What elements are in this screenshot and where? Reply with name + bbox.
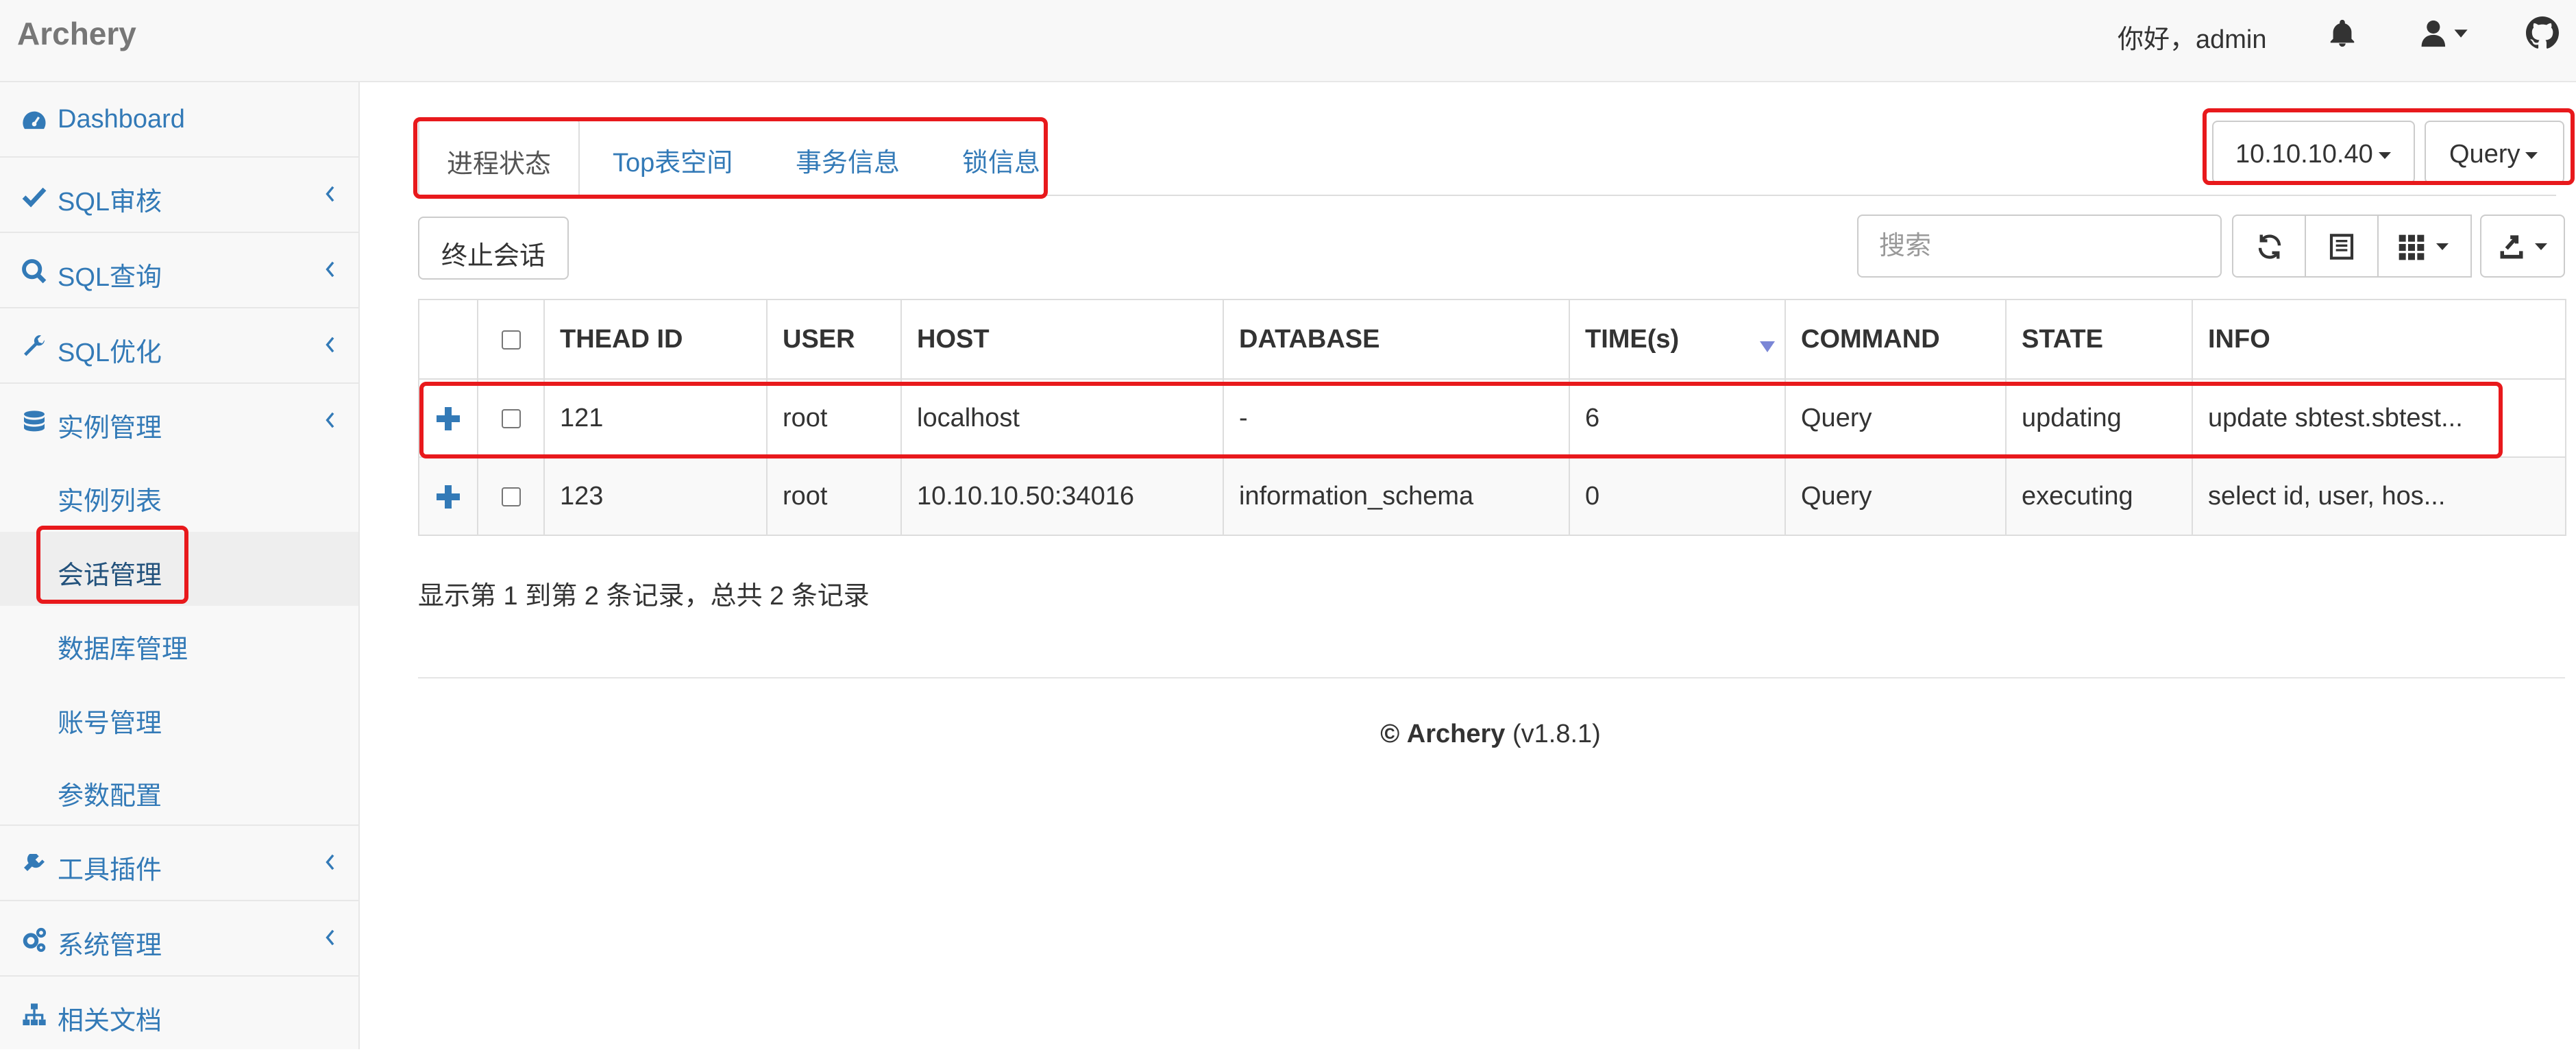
user-greeting: 你好，admin (2118, 25, 2267, 54)
column-header-database[interactable]: DATABASE (1223, 299, 1570, 380)
refresh-button[interactable] (2232, 215, 2306, 278)
sidebar-subitem-label: 实例列表 (58, 487, 162, 516)
sidebar-subitem-database-management[interactable]: 数据库管理 (0, 606, 358, 680)
check-icon (22, 187, 47, 208)
highlight-session-menu (36, 526, 188, 604)
column-header-info[interactable]: INFO (2192, 299, 2566, 380)
expand-header (418, 299, 478, 380)
cell-host: 10.10.10.50:34016 (900, 456, 1224, 536)
cell-user: root (766, 456, 902, 536)
columns-button[interactable] (2377, 215, 2472, 278)
sidebar-item-label: SQL优化 (58, 339, 162, 367)
list-icon (2329, 234, 2354, 260)
table-header-row: THEAD ID USER HOST DATABASE TIME(s) COMM… (418, 299, 2566, 380)
github-icon[interactable] (2526, 16, 2559, 49)
sidebar-item-label: 工具插件 (58, 856, 162, 885)
expand-row-cell[interactable] (418, 456, 478, 536)
sidebar-subitem-label: 数据库管理 (58, 635, 188, 664)
column-header-host[interactable]: HOST (900, 299, 1224, 380)
sort-desc-icon (1760, 341, 1775, 352)
sidebar-item-sql-query[interactable]: SQL查询 (0, 233, 358, 308)
column-header-time-label: TIME(s) (1585, 324, 1680, 354)
sidebar-item-label: Dashboard (58, 105, 185, 134)
cell-database: information_schema (1223, 456, 1570, 536)
refresh-icon (2258, 234, 2281, 259)
sidebar-item-label: SQL查询 (58, 263, 162, 292)
chevron-left-icon (326, 412, 334, 428)
footer-app-name[interactable]: Archery (1407, 720, 1506, 748)
footer: © Archery (v1.8.1) (0, 720, 2576, 749)
sidebar-subitem-instance-list[interactable]: 实例列表 (0, 458, 358, 532)
footer-copyright-symbol: © (1380, 720, 1400, 748)
export-button[interactable] (2480, 215, 2565, 278)
sidebar-item-sql-review[interactable]: SQL审核 (0, 158, 358, 233)
search-icon (22, 259, 47, 284)
search-input[interactable] (1857, 215, 2222, 278)
select-all-header (477, 299, 545, 380)
bell-icon[interactable] (2327, 18, 2358, 49)
grid-icon (2399, 234, 2425, 260)
cell-time: 0 (1569, 456, 1786, 536)
caret-down-icon (2436, 243, 2449, 250)
sidebar-subitem-parameter-config[interactable]: 参数配置 (0, 753, 358, 827)
user-menu-icon[interactable] (2419, 18, 2474, 49)
column-header-command[interactable]: COMMAND (1784, 299, 2007, 380)
plus-icon[interactable] (437, 485, 460, 509)
plug-icon (24, 854, 45, 871)
sidebar-item-label: SQL审核 (58, 188, 162, 217)
chevron-left-icon (326, 854, 334, 870)
top-navbar: Archery 你好，admin (0, 0, 2576, 82)
chevron-left-icon (326, 261, 334, 278)
cell-info: select id, user, hos... (2192, 456, 2566, 536)
dashboard-icon (23, 111, 46, 130)
caret-down-icon (2535, 243, 2547, 250)
sidebar-item-related-docs[interactable]: 相关文档 (0, 977, 358, 1052)
export-icon (2500, 235, 2523, 259)
column-header-state[interactable]: STATE (2005, 299, 2193, 380)
sidebar-item-dashboard[interactable]: Dashboard (0, 82, 358, 158)
cell-thread-id: 123 (543, 456, 768, 536)
column-header-time[interactable]: TIME(s) (1569, 299, 1786, 380)
row-checkbox-cell (477, 456, 545, 536)
chevron-left-icon (326, 929, 334, 946)
cell-state: executing (2005, 456, 2193, 536)
highlight-selects (2203, 108, 2575, 185)
highlight-row (419, 382, 2503, 458)
toggle-view-button[interactable] (2305, 215, 2379, 278)
cogs-icon (23, 927, 47, 952)
sidebar-item-tool-plugins[interactable]: 工具插件 (0, 826, 358, 901)
wrench-icon (24, 335, 45, 356)
column-header-thread-id[interactable]: THEAD ID (543, 299, 768, 380)
sidebar-item-label: 实例管理 (58, 414, 162, 443)
footer-version: (v1.8.1) (1512, 720, 1601, 748)
select-all-checkbox[interactable] (501, 330, 521, 350)
table-row: 123 root 10.10.10.50:34016 information_s… (418, 456, 2566, 536)
footer-divider (418, 677, 2565, 678)
chevron-left-icon (326, 186, 334, 202)
sidebar-item-label: 相关文档 (58, 1007, 162, 1036)
pagination-info: 显示第 1 到第 2 条记录，总共 2 条记录 (418, 582, 870, 611)
row-checkbox[interactable] (501, 487, 521, 507)
sidebar-subitem-label: 参数配置 (58, 782, 162, 811)
sitemap-icon (23, 1003, 46, 1025)
database-icon (24, 411, 45, 432)
sidebar-item-system-management[interactable]: 系统管理 (0, 901, 358, 977)
sidebar-item-label: 系统管理 (58, 931, 162, 960)
column-header-user[interactable]: USER (766, 299, 902, 380)
brand-logo[interactable]: Archery (17, 15, 136, 52)
chevron-left-icon (326, 337, 334, 353)
sidebar-item-sql-optimize[interactable]: SQL优化 (0, 308, 358, 384)
kill-session-button[interactable]: 终止会话 (418, 217, 569, 280)
highlight-tabs (413, 117, 1048, 199)
cell-command: Query (1784, 456, 2007, 536)
